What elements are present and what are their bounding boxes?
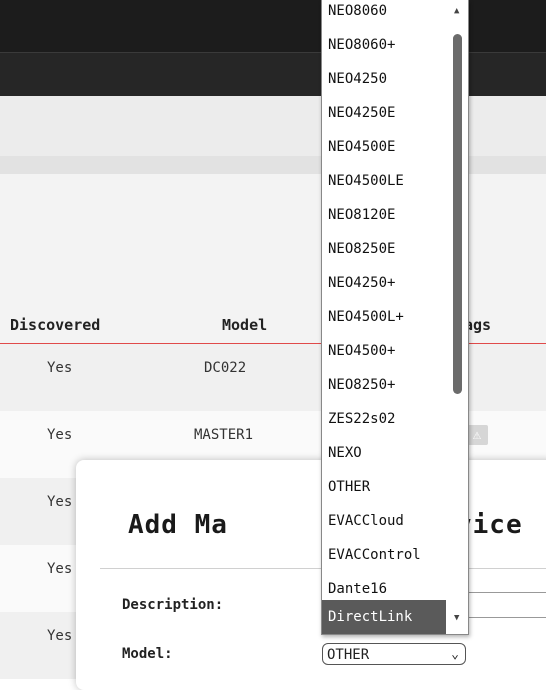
scrollbar-thumb[interactable] — [453, 34, 462, 394]
model-select[interactable]: OTHER ⌄ — [322, 643, 466, 665]
option-zes22s02[interactable]: ZES22s02 — [322, 402, 446, 436]
warning-triangle-icon[interactable]: ⚠ — [466, 425, 488, 445]
option-neo8250-plus[interactable]: NEO8250+ — [322, 368, 446, 402]
model-label: Model: — [122, 646, 173, 662]
option-neo4500e[interactable]: NEO4500E — [322, 130, 446, 164]
option-neo4250-plus[interactable]: NEO4250+ — [322, 266, 446, 300]
row-model: MASTER1 — [194, 427, 254, 443]
model-dropdown-list[interactable]: NEO8060 NEO8060+ NEO4250 NEO4250E NEO450… — [321, 0, 469, 635]
row-model: DC022 — [204, 360, 247, 376]
option-evaccontrol[interactable]: EVACControl — [322, 538, 446, 572]
option-neo8060-plus[interactable]: NEO8060+ — [322, 28, 446, 62]
option-neo4500-plus[interactable]: NEO4500+ — [322, 334, 446, 368]
option-directlink[interactable]: DirectLink — [322, 600, 446, 634]
scroll-down-arrow-icon[interactable]: ▼ — [454, 613, 459, 623]
option-nexo[interactable]: NEXO — [322, 436, 446, 470]
description-input[interactable] — [466, 592, 546, 618]
row-discovered: Yes — [47, 628, 73, 644]
option-neo4250[interactable]: NEO4250 — [322, 62, 446, 96]
option-neo4500le[interactable]: NEO4500LE — [322, 164, 446, 198]
description-label: Description: — [122, 597, 224, 613]
option-neo8120e[interactable]: NEO8120E — [322, 198, 446, 232]
column-model[interactable]: Model — [222, 316, 267, 334]
row-discovered: Yes — [47, 360, 73, 376]
option-neo4250e[interactable]: NEO4250E — [322, 96, 446, 130]
row-discovered: Yes — [47, 561, 73, 577]
option-evaccloud[interactable]: EVACCloud — [322, 504, 446, 538]
option-neo4500l-plus[interactable]: NEO4500L+ — [322, 300, 446, 334]
model-select-value: OTHER — [327, 647, 370, 663]
scroll-up-arrow-icon[interactable]: ▲ — [454, 6, 459, 16]
chevron-down-icon: ⌄ — [451, 647, 459, 662]
row-discovered: Yes — [47, 494, 73, 510]
option-neo8250e[interactable]: NEO8250E — [322, 232, 446, 266]
modal-title: Add Ma — [128, 510, 228, 540]
row-discovered: Yes — [47, 427, 73, 443]
option-neo8060[interactable]: NEO8060 — [322, 0, 446, 28]
column-discovered[interactable]: Discovered — [10, 316, 100, 334]
option-other[interactable]: OTHER — [322, 470, 446, 504]
